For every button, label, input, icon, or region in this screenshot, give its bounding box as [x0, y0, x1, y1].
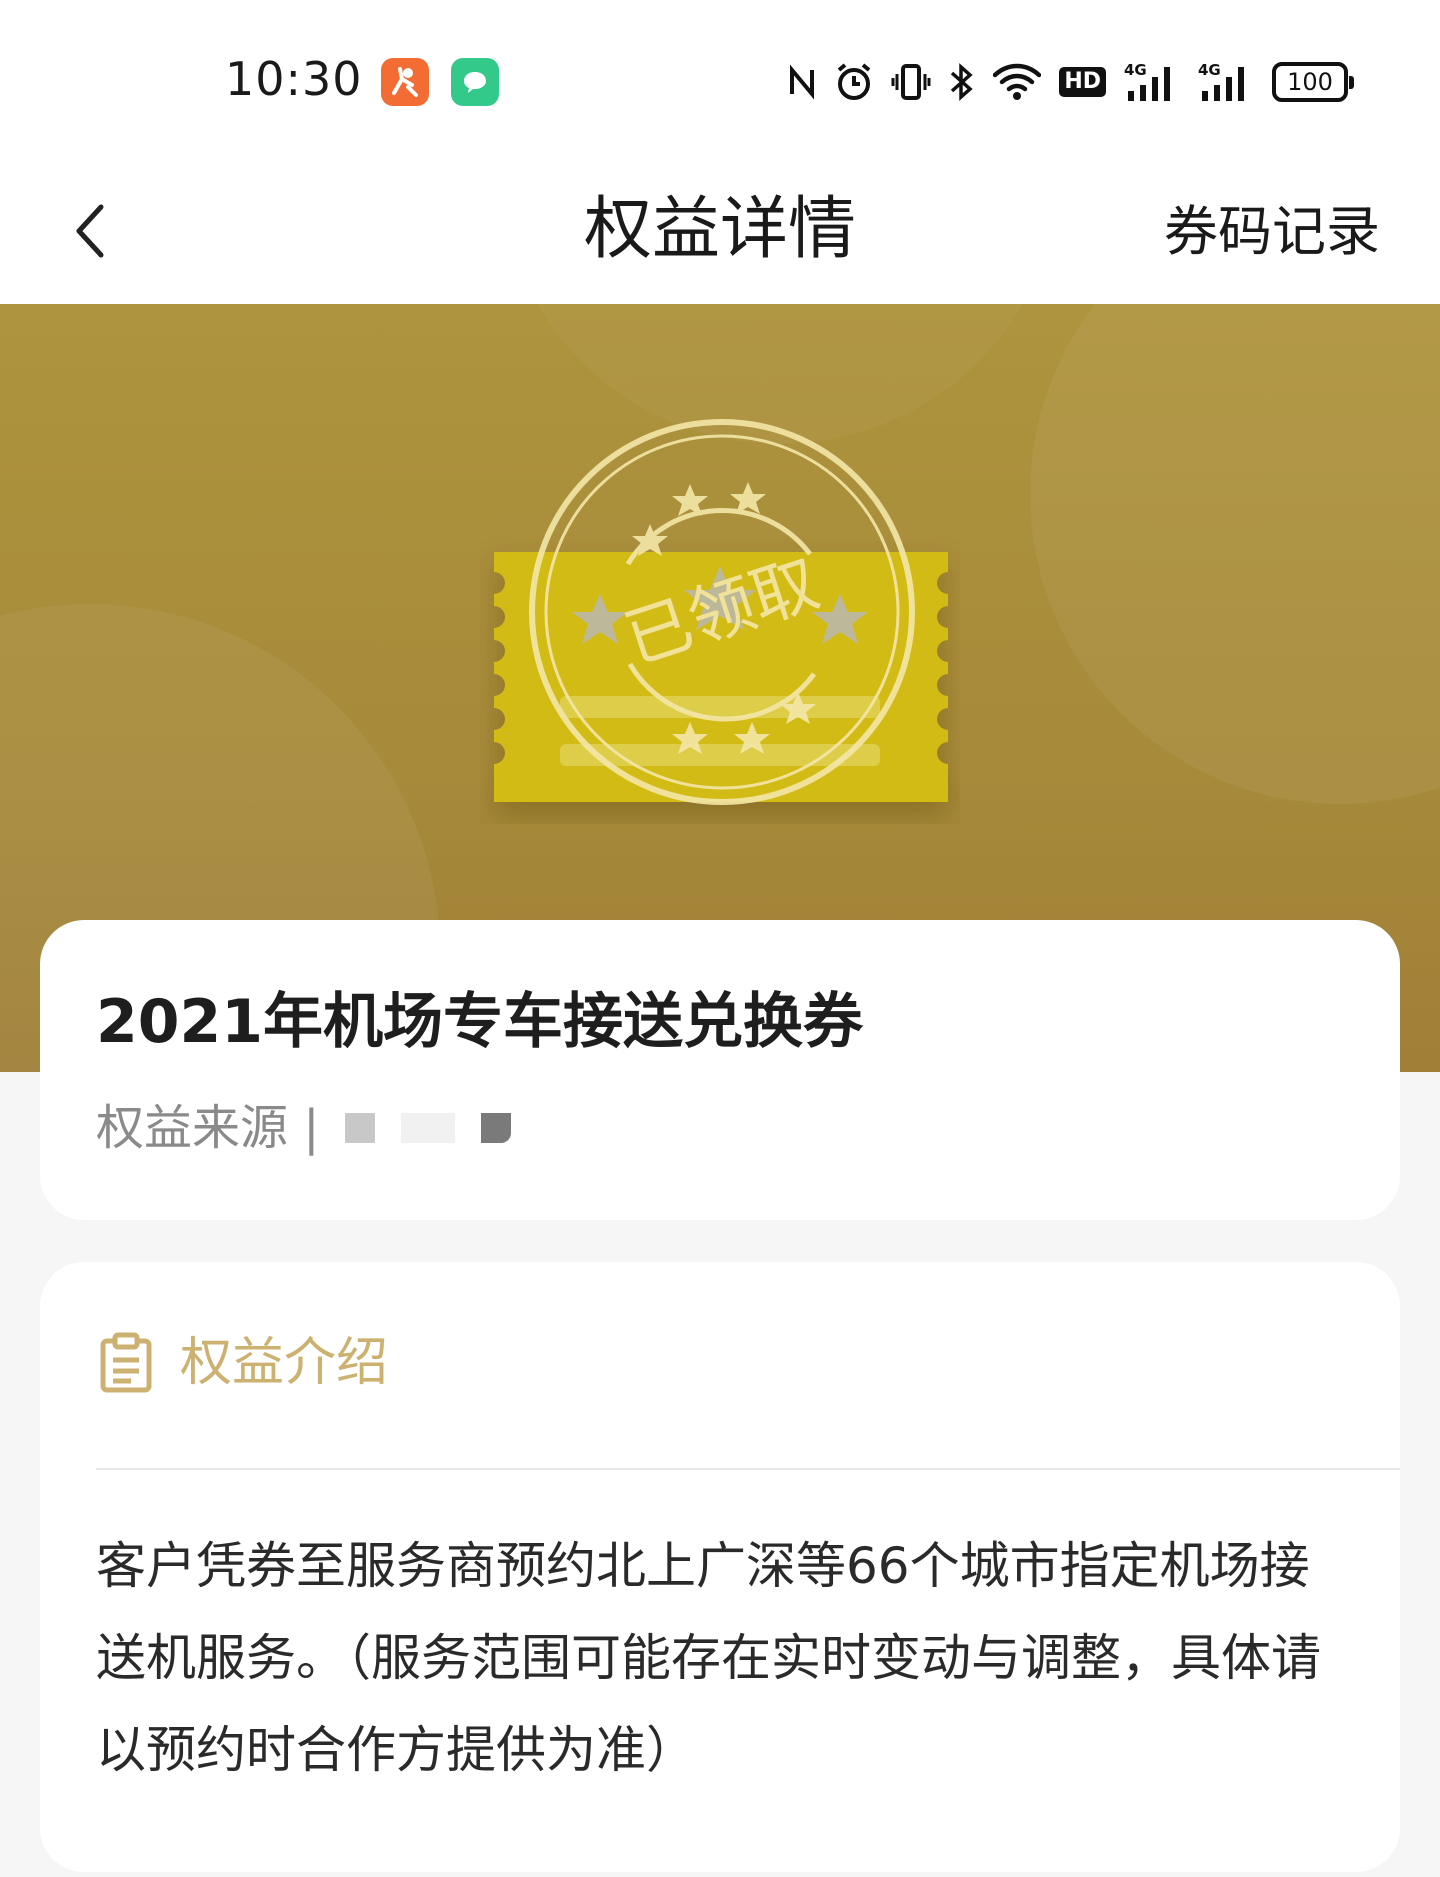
bluetooth-icon — [951, 63, 973, 101]
redacted-text — [481, 1113, 512, 1143]
intro-description: 客户凭券至服务商预约北上广深等66个城市指定机场接送机服务。（服务范围可能存在实… — [96, 1537, 1321, 1779]
voucher-illustration: 已领取 — [480, 304, 960, 824]
nav-bar: 权益详情 券码记录 — [0, 160, 1440, 304]
svg-text:4G: 4G — [1124, 61, 1147, 79]
divider — [96, 1468, 1400, 1470]
battery-level: 100 — [1287, 68, 1333, 96]
redacted-text — [401, 1113, 456, 1143]
benefit-card: 2021年机场专车接送兑换券 权益来源 | — [40, 920, 1400, 1220]
benefit-source-label: 权益来源 | — [96, 1100, 320, 1156]
svg-text:4G: 4G — [1198, 61, 1221, 79]
status-icons: HD 4G 4G 100 — [787, 56, 1354, 108]
wifi-icon — [993, 63, 1042, 100]
status-bar: 10:30 HD 4G 4G 100 — [0, 0, 1440, 160]
intro-card: 权益介绍 客户凭券至服务商预约北上广深等66个城市指定机场接送机服务。（服务范围… — [40, 1262, 1400, 1872]
status-time: 10:30 — [225, 52, 363, 106]
benefit-source: 权益来源 | — [96, 1096, 512, 1160]
redacted-text — [345, 1113, 376, 1143]
voucher-records-button[interactable]: 券码记录 — [1164, 192, 1380, 272]
intro-heading: 权益介绍 — [180, 1333, 389, 1393]
signal-4g-icon: 4G — [1124, 61, 1170, 101]
intro-header: 权益介绍 — [98, 1328, 388, 1398]
clipboard-icon — [100, 1332, 152, 1393]
signal-4g-icon-2: 4G — [1198, 61, 1244, 101]
alarm-icon — [838, 63, 871, 100]
message-app-icon — [451, 58, 499, 106]
benefit-title: 2021年机场专车接送兑换券 — [96, 987, 863, 1057]
hd-voice-icon: HD — [1059, 67, 1106, 97]
battery-icon: 100 — [1272, 62, 1354, 102]
app-notification-icon — [381, 58, 429, 106]
vibrate-icon — [891, 64, 931, 100]
nfc-icon — [790, 64, 815, 100]
